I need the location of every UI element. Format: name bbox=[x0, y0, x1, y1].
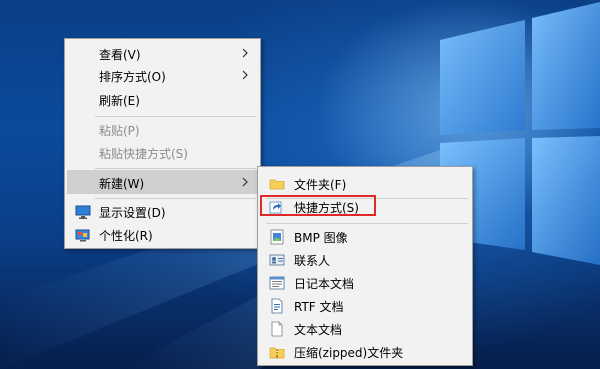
menu-item-paste-shortcut[interactable]: 粘贴快捷方式(S) bbox=[67, 142, 258, 164]
menu-item-label: 显示设置(D) bbox=[99, 206, 166, 220]
menu-item-refresh[interactable]: 刷新(E) bbox=[67, 89, 258, 111]
text-document-icon bbox=[271, 321, 283, 337]
bmp-image-icon bbox=[270, 229, 284, 245]
submenu-item-label: 文本文档 bbox=[294, 323, 343, 337]
submenu-item-label: 日记本文档 bbox=[294, 277, 355, 291]
menu-item-label: 排序方式(O) bbox=[99, 70, 166, 84]
display-settings-icon bbox=[75, 205, 91, 219]
contact-icon bbox=[269, 254, 285, 266]
submenu-item-bmp-image[interactable]: BMP 图像 bbox=[260, 226, 470, 248]
chevron-right-icon bbox=[242, 70, 248, 80]
chevron-right-icon bbox=[242, 177, 248, 187]
menu-item-label: 新建(W) bbox=[99, 177, 145, 191]
journal-document-icon bbox=[269, 276, 285, 290]
menu-item-new[interactable]: 新建(W) bbox=[67, 170, 258, 194]
submenu-item-label: 压缩(zipped)文件夹 bbox=[294, 346, 404, 360]
menu-item-sort-by[interactable]: 排序方式(O) bbox=[67, 65, 258, 87]
chevron-right-icon bbox=[242, 48, 248, 58]
submenu-item-label: BMP 图像 bbox=[294, 231, 348, 245]
submenu-item-text-document[interactable]: 文本文档 bbox=[260, 318, 470, 340]
submenu-item-label: 联系人 bbox=[294, 254, 331, 268]
personalize-icon bbox=[75, 229, 90, 242]
submenu-item-label: 文件夹(F) bbox=[294, 178, 347, 192]
menu-item-label: 刷新(E) bbox=[99, 94, 140, 108]
menu-item-paste[interactable]: 粘贴(P) bbox=[67, 119, 258, 141]
menu-item-display-settings[interactable]: 显示设置(D) bbox=[67, 201, 258, 223]
annotation-highlight-box bbox=[260, 195, 376, 216]
menu-item-label: 粘贴(P) bbox=[99, 124, 140, 138]
submenu-item-label: RTF 文档 bbox=[294, 300, 344, 314]
menu-separator bbox=[95, 168, 256, 169]
menu-separator bbox=[266, 223, 468, 224]
submenu-item-rtf-document[interactable]: RTF 文档 bbox=[260, 295, 470, 317]
menu-item-label: 查看(V) bbox=[99, 48, 141, 62]
rtf-document-icon bbox=[271, 298, 283, 314]
menu-item-personalize[interactable]: 个性化(R) bbox=[67, 224, 258, 246]
menu-item-view[interactable]: 查看(V) bbox=[67, 43, 258, 65]
submenu-item-contact[interactable]: 联系人 bbox=[260, 249, 470, 271]
submenu-item-folder[interactable]: 文件夹(F) bbox=[260, 173, 470, 195]
submenu-item-journal-document[interactable]: 日记本文档 bbox=[260, 272, 470, 294]
menu-item-label: 个性化(R) bbox=[99, 229, 153, 243]
menu-separator bbox=[95, 116, 256, 117]
folder-icon bbox=[269, 179, 285, 190]
zip-folder-icon bbox=[269, 347, 285, 359]
menu-separator bbox=[95, 198, 256, 199]
submenu-item-zip-folder[interactable]: 压缩(zipped)文件夹 bbox=[260, 341, 470, 363]
desktop-context-menu: 查看(V) 排序方式(O) 刷新(E) 粘贴(P) 粘贴快捷方式(S) 新建(W… bbox=[64, 38, 261, 249]
menu-item-label: 粘贴快捷方式(S) bbox=[99, 147, 188, 161]
